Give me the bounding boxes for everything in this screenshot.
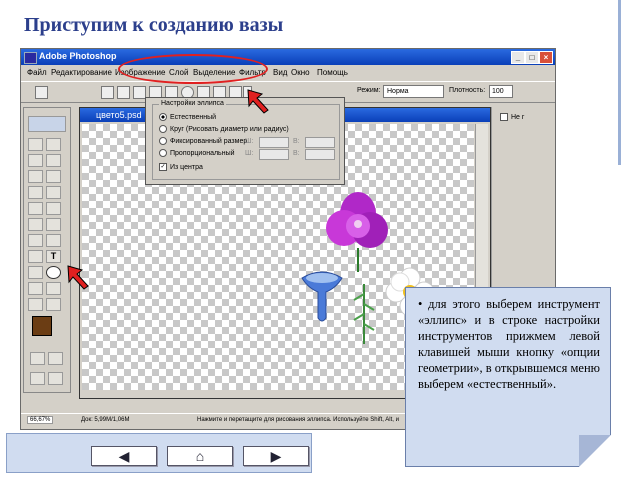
- toolbox-header-icon[interactable]: [28, 116, 66, 132]
- move-tool-icon[interactable]: [46, 138, 61, 151]
- type-tool-icon[interactable]: T: [46, 250, 61, 263]
- toolbox: T: [23, 107, 71, 393]
- opacity-input[interactable]: 100: [489, 85, 513, 98]
- slice-tool-icon[interactable]: [46, 170, 61, 183]
- width-field[interactable]: [259, 137, 289, 148]
- zoom-readout[interactable]: 66,67%: [27, 416, 54, 424]
- instruction-callout: • для этого выберем инструмент «эллипс» …: [405, 287, 611, 467]
- mode-label: Режим:: [357, 87, 381, 94]
- crop-tool-icon[interactable]: [28, 170, 43, 183]
- width-field-2[interactable]: [259, 149, 289, 160]
- option-circle[interactable]: Круг (Рисовать диаметр или радиус): [159, 125, 289, 133]
- document-size: Док: 5,99М/1,06М: [81, 417, 130, 423]
- menu-bar: Файл Редактирование Изображение Слой Выд…: [21, 66, 555, 80]
- ellipse-tool-preset-icon[interactable]: [35, 86, 48, 99]
- eraser-tool-icon[interactable]: [28, 218, 43, 231]
- menu-file[interactable]: Файл: [27, 68, 47, 77]
- option-natural[interactable]: Естественный: [159, 113, 216, 121]
- notes-tool-icon[interactable]: [28, 282, 43, 295]
- menu-window[interactable]: Окно: [291, 68, 310, 77]
- red-arrow-icon: [247, 89, 269, 114]
- checkbox-checked-icon: ✓: [159, 163, 167, 171]
- prev-slide-button[interactable]: ◀: [91, 446, 157, 466]
- document-title: цвето5.psd: [96, 110, 142, 120]
- path-selection-tool-icon[interactable]: [28, 250, 43, 263]
- pen-tool-icon[interactable]: [28, 266, 43, 279]
- fullscreen-mode-icon[interactable]: [48, 372, 63, 385]
- next-slide-button[interactable]: ▶: [243, 446, 309, 466]
- green-sprig: [353, 284, 375, 344]
- option-proportional[interactable]: Пропорциональный: [159, 149, 235, 157]
- radio-icon: [159, 149, 167, 157]
- maximize-button[interactable]: □: [525, 51, 539, 64]
- minimize-button[interactable]: _: [511, 51, 525, 64]
- eyedropper-tool-icon[interactable]: [46, 282, 61, 295]
- window-titlebar[interactable]: Adobe Photoshop _ □ ×: [21, 49, 555, 65]
- marquee-tool-icon[interactable]: [28, 138, 43, 151]
- callout-text: • для этого выберем инструмент «эллипс» …: [418, 297, 600, 391]
- width-label: Ш:: [245, 138, 254, 145]
- magic-wand-tool-icon[interactable]: [46, 154, 61, 167]
- blur-tool-icon[interactable]: [28, 234, 43, 247]
- hand-tool-icon[interactable]: [28, 298, 43, 311]
- highlight-ellipse: [118, 54, 268, 84]
- stamp-tool-icon[interactable]: [28, 202, 43, 215]
- foreground-color-swatch[interactable]: [32, 316, 52, 336]
- option-fixed-size[interactable]: Фиксированный размер: [159, 137, 247, 145]
- slide-navigation: ◀ ⌂ ▶: [6, 433, 312, 473]
- lasso-tool-icon[interactable]: [28, 154, 43, 167]
- close-button[interactable]: ×: [539, 51, 553, 64]
- history-brush-tool-icon[interactable]: [46, 202, 61, 215]
- height-field-2[interactable]: [305, 149, 335, 160]
- shape-layer-icon[interactable]: [101, 86, 114, 99]
- window-title: Adobe Photoshop: [39, 51, 117, 61]
- height-label-2: В:: [293, 150, 300, 157]
- standard-mode-icon[interactable]: [30, 352, 45, 365]
- ellipse-options-popup: Настройки эллипса Естественный Круг (Рис…: [145, 97, 345, 185]
- healing-brush-tool-icon[interactable]: [28, 186, 43, 199]
- menu-view[interactable]: Вид: [273, 68, 287, 77]
- mode-select[interactable]: Норма: [383, 85, 444, 98]
- ellipse-tool-icon[interactable]: [46, 266, 61, 279]
- dodge-tool-icon[interactable]: [46, 234, 61, 247]
- menu-edit[interactable]: Редактирование: [51, 68, 112, 77]
- purple-flower: [326, 192, 388, 272]
- radio-selected-icon: [159, 113, 167, 121]
- photoshop-logo-icon: [24, 52, 37, 64]
- radio-icon: [159, 137, 167, 145]
- right-panel-checkbox-label[interactable]: Не г: [500, 113, 524, 121]
- ellipse-options-group: Настройки эллипса Естественный Круг (Рис…: [152, 100, 340, 180]
- decorative-line: [618, 0, 621, 165]
- opacity-label: Плотность:: [449, 87, 486, 94]
- option-from-center[interactable]: ✓ Из центра: [159, 163, 203, 171]
- home-slide-button[interactable]: ⌂: [167, 446, 233, 466]
- gradient-tool-icon[interactable]: [46, 218, 61, 231]
- radio-icon: [159, 125, 167, 133]
- brush-tool-icon[interactable]: [46, 186, 61, 199]
- height-field[interactable]: [305, 137, 335, 148]
- width-label-2: Ш:: [245, 150, 254, 157]
- height-label: В:: [293, 138, 300, 145]
- zoom-tool-icon[interactable]: [46, 298, 61, 311]
- page-fold-icon: [579, 435, 611, 467]
- paths-icon[interactable]: [117, 86, 130, 99]
- ellipse-options-heading: Настройки эллипса: [159, 100, 226, 107]
- screen-mode-icon[interactable]: [30, 372, 45, 385]
- slide-title: Приступим к созданию вазы: [24, 14, 284, 36]
- red-arrow-icon: [67, 265, 89, 290]
- blue-flower: [301, 271, 343, 322]
- status-hint: Нажмите и перетащите для рисования эллип…: [197, 417, 399, 423]
- menu-help[interactable]: Помощь: [317, 68, 348, 77]
- quick-mask-icon[interactable]: [48, 352, 63, 365]
